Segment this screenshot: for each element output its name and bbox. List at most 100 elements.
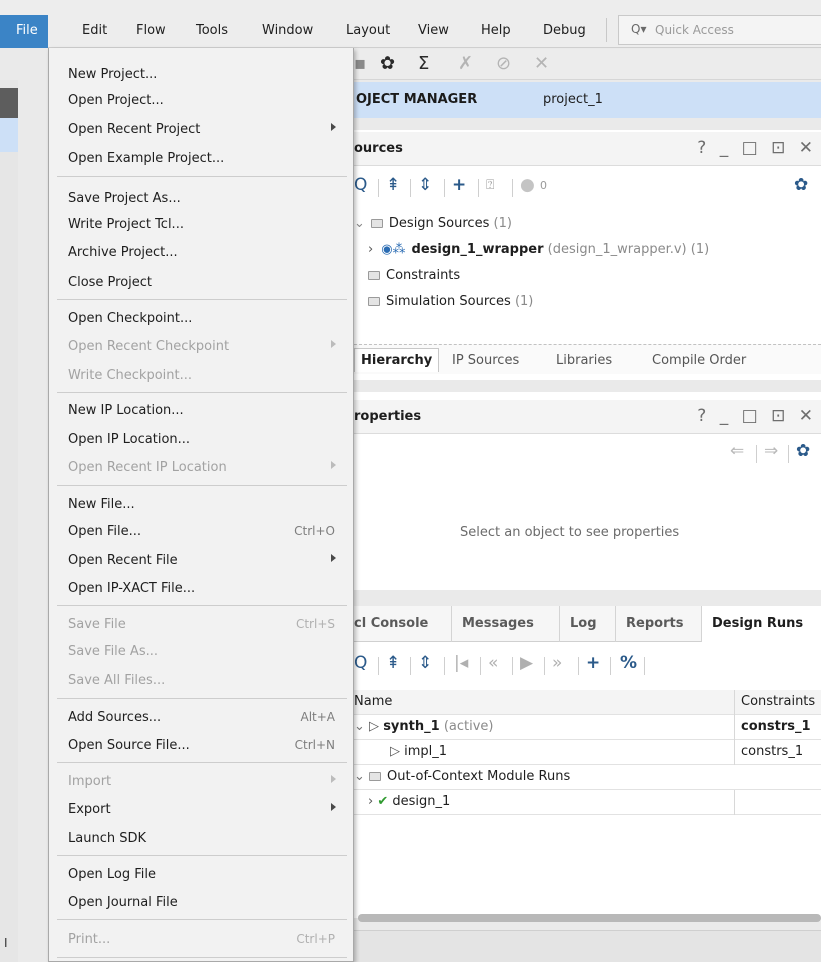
- folder-icon: [369, 772, 382, 781]
- column-constraints[interactable]: Constraints: [734, 690, 815, 715]
- tab-reports[interactable]: Reports: [616, 606, 702, 642]
- expand-all-icon[interactable]: ⇕: [418, 653, 432, 673]
- menu-item-shortcut: Alt+A: [300, 710, 335, 724]
- menu-view[interactable]: View: [418, 23, 449, 38]
- menu-item-open-example-project[interactable]: Open Example Project...: [49, 146, 353, 170]
- menu-item-label: Import: [68, 774, 112, 789]
- menu-item-close-project[interactable]: Close Project: [49, 270, 353, 294]
- menu-item-save-project-as[interactable]: Save Project As...: [49, 186, 353, 210]
- menu-divider: [57, 392, 347, 393]
- menu-divider: [57, 957, 347, 958]
- bottom-tabs: cl Console Messages Log Reports Design R…: [354, 606, 821, 642]
- menu-item-open-log-file[interactable]: Open Log File: [49, 862, 353, 886]
- menu-item-open-project[interactable]: Open Project...: [49, 88, 353, 112]
- menu-item-label: Open Checkpoint...: [68, 311, 193, 326]
- expand-arrow-icon[interactable]: ⌄: [354, 719, 365, 734]
- menu-item-label: Open Recent Project: [68, 122, 201, 137]
- menu-item-export[interactable]: Export: [49, 797, 353, 821]
- search-icon: Q▾: [631, 22, 647, 36]
- tab-ip-sources[interactable]: IP Sources: [452, 353, 519, 368]
- menu-item-write-checkpoint: Write Checkpoint...: [49, 363, 353, 387]
- project-manager-title: OJECT MANAGER: [356, 92, 478, 107]
- menu-item-open-file[interactable]: Open File... Ctrl+O: [49, 519, 353, 543]
- menu-item-new-project[interactable]: New Project...: [49, 62, 353, 86]
- gear-icon[interactable]: ✿: [380, 53, 395, 74]
- gear-icon[interactable]: ✿: [796, 441, 810, 461]
- tree-item-constraints[interactable]: Constraints: [368, 268, 460, 283]
- menu-item-new-file[interactable]: New File...: [49, 492, 353, 516]
- run-status: (active): [443, 719, 494, 734]
- panel-window-controls[interactable]: ? _ □ ⊡ ✕: [697, 138, 817, 158]
- menu-item-open-recent-project[interactable]: Open Recent Project: [49, 117, 353, 141]
- tab-libraries[interactable]: Libraries: [556, 353, 612, 368]
- menu-file[interactable]: File: [0, 15, 48, 48]
- menu-item-add-sources[interactable]: Add Sources... Alt+A: [49, 705, 353, 729]
- menu-item-open-journal-file[interactable]: Open Journal File: [49, 890, 353, 914]
- tab-tcl-console[interactable]: cl Console: [354, 606, 452, 642]
- search-icon[interactable]: Q: [354, 175, 367, 195]
- expand-arrow-icon[interactable]: ⌄: [354, 769, 365, 784]
- menu-window[interactable]: Window: [262, 23, 313, 38]
- panel-window-controls[interactable]: ? _ □ ⊡ ✕: [697, 406, 817, 426]
- menu-item-label: Open Log File: [68, 867, 156, 882]
- menu-item-open-ip-xact-file[interactable]: Open IP-XACT File...: [49, 576, 353, 600]
- table-row[interactable]: ▷ impl_1 constrs_1: [354, 740, 821, 765]
- menu-item-open-checkpoint[interactable]: Open Checkpoint...: [49, 306, 353, 330]
- run-synth: ⌄ ▷ synth_1 (active): [354, 719, 493, 734]
- toolbar-separator: [512, 657, 513, 675]
- menu-item-archive-project[interactable]: Archive Project...: [49, 240, 353, 264]
- menu-item-launch-sdk[interactable]: Launch SDK: [49, 826, 353, 850]
- submenu-arrow-icon: [331, 461, 336, 469]
- gear-icon[interactable]: ✿: [794, 175, 808, 195]
- tab-design-runs[interactable]: Design Runs: [702, 606, 821, 642]
- status-count: 0: [540, 179, 547, 192]
- menu-tools[interactable]: Tools: [196, 23, 228, 38]
- tab-compile-order[interactable]: Compile Order: [652, 353, 746, 368]
- table-row[interactable]: ⌄ Out-of-Context Module Runs: [354, 765, 821, 790]
- toolbar-separator: [610, 657, 611, 675]
- back-arrow-icon[interactable]: ⇐: [730, 441, 744, 461]
- column-name[interactable]: Name: [354, 694, 392, 709]
- menu-item-open-recent-file[interactable]: Open Recent File: [49, 548, 353, 572]
- menu-debug[interactable]: Debug: [543, 23, 586, 38]
- help-box-icon[interactable]: ⍰: [486, 177, 494, 193]
- menu-item-new-ip-location[interactable]: New IP Location...: [49, 398, 353, 422]
- menu-layout[interactable]: Layout: [346, 23, 390, 38]
- tab-log[interactable]: Log: [560, 606, 616, 642]
- horizontal-scrollbar[interactable]: [358, 914, 821, 922]
- search-icon[interactable]: Q: [354, 653, 367, 673]
- toolbar-separator: [544, 657, 545, 675]
- menu-edit[interactable]: Edit: [82, 23, 107, 38]
- tree-count: (1): [514, 294, 534, 309]
- tree-item-design-sources[interactable]: ⌄ Design Sources (1): [354, 216, 512, 231]
- tree-label: design_1_wrapper: [411, 242, 544, 257]
- expand-all-icon[interactable]: ⇕: [418, 175, 432, 195]
- sigma-icon[interactable]: Σ: [418, 53, 429, 74]
- chevron-right-icon[interactable]: ›: [368, 794, 373, 809]
- menu-flow[interactable]: Flow: [136, 23, 166, 38]
- add-icon[interactable]: +: [586, 653, 600, 673]
- menu-item-open-recent-ip-location: Open Recent IP Location: [49, 455, 353, 479]
- table-header: Name Constraints: [354, 690, 821, 715]
- tab-hierarchy[interactable]: Hierarchy: [354, 348, 440, 372]
- add-icon[interactable]: +: [452, 175, 466, 195]
- submenu-arrow-icon: [331, 554, 336, 562]
- menu-item-write-project-tcl[interactable]: Write Project Tcl...: [49, 212, 353, 236]
- table-row[interactable]: ⌄ ▷ synth_1 (active) constrs_1: [354, 715, 821, 740]
- menu-item-save-file: Save File Ctrl+S: [49, 612, 353, 636]
- tree-item-simulation-sources[interactable]: Simulation Sources (1): [368, 294, 533, 309]
- collapse-all-icon[interactable]: ⇞: [386, 175, 400, 195]
- expand-arrow-icon[interactable]: ⌄: [354, 216, 365, 231]
- percent-icon[interactable]: %: [620, 653, 637, 673]
- menu-help[interactable]: Help: [481, 23, 511, 38]
- forward-arrow-icon[interactable]: ⇒: [764, 441, 778, 461]
- menu-item-open-source-file[interactable]: Open Source File... Ctrl+N: [49, 733, 353, 757]
- quick-access-search[interactable]: Q▾ Quick Access: [618, 15, 821, 45]
- collapse-all-icon[interactable]: ⇞: [386, 653, 400, 673]
- tree-item-design-wrapper[interactable]: › ◉⁂ design_1_wrapper (design_1_wrapper.v)…: [368, 242, 709, 257]
- table-row[interactable]: › ✔ design_1: [354, 790, 821, 815]
- tab-messages[interactable]: Messages: [452, 606, 560, 642]
- toolbar-separator: [410, 179, 411, 197]
- menu-item-open-ip-location[interactable]: Open IP Location...: [49, 427, 353, 451]
- chevron-right-icon[interactable]: ›: [368, 242, 373, 257]
